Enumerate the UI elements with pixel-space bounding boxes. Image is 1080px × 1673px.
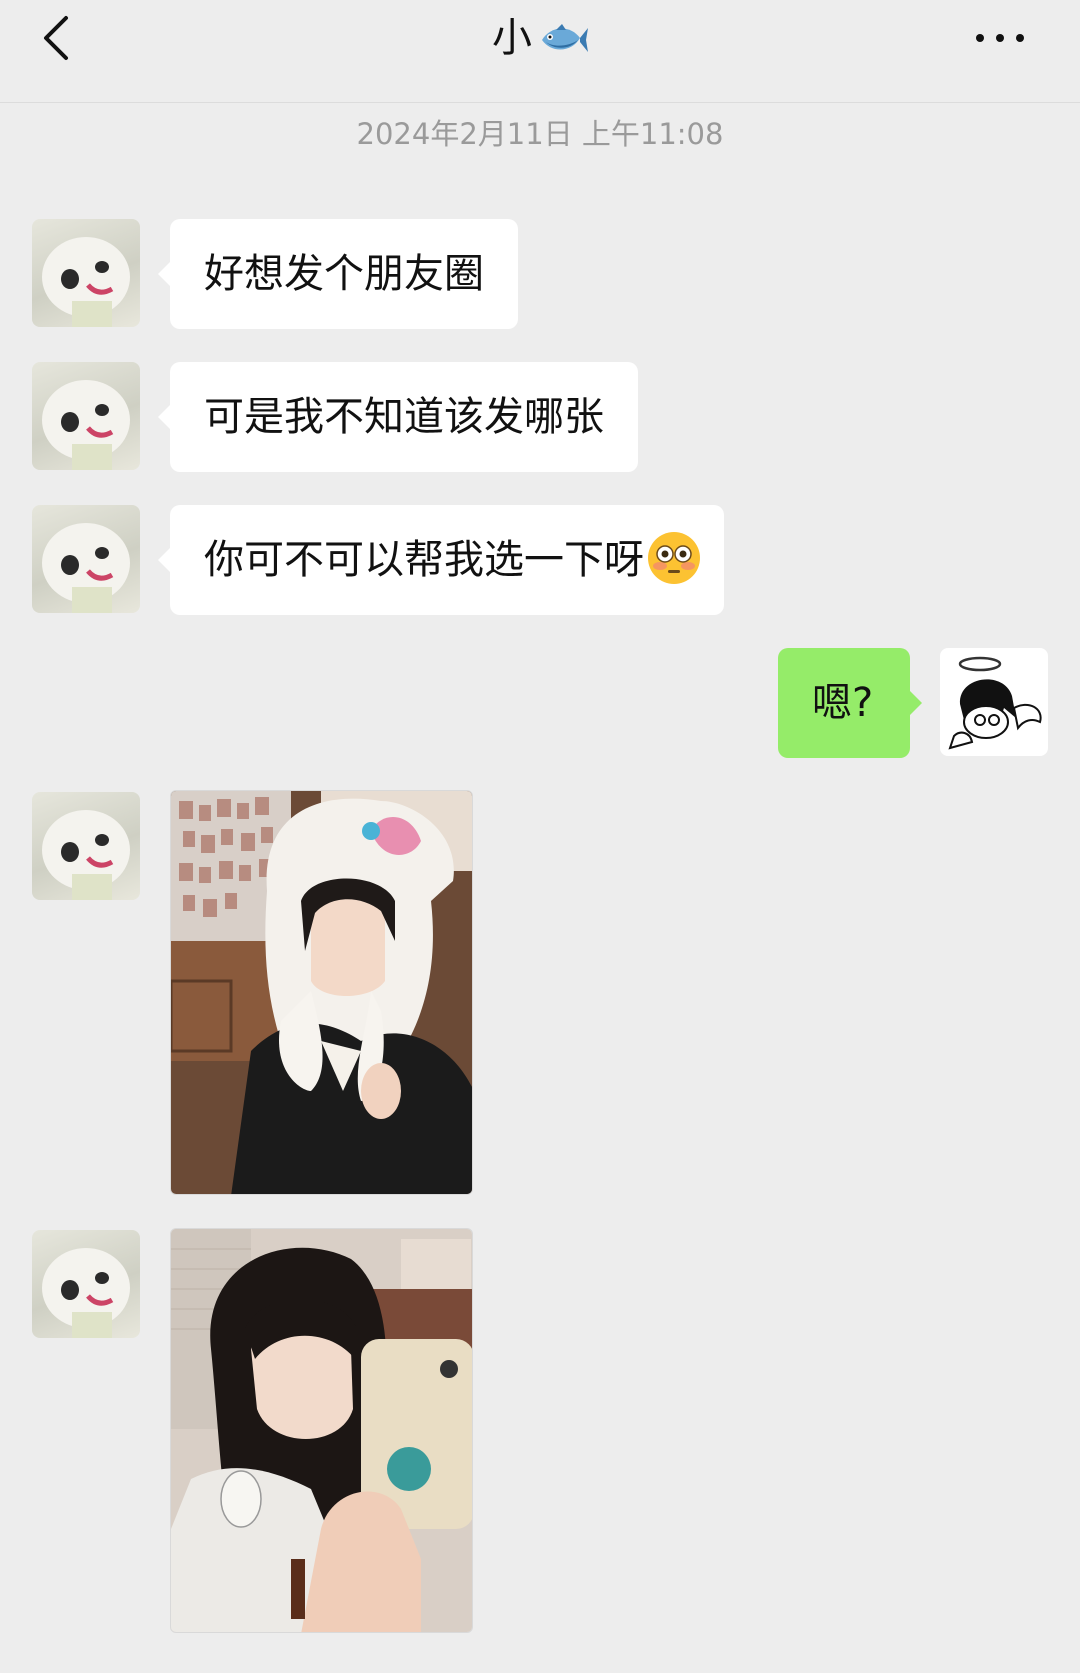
dog-avatar-icon (42, 237, 130, 327)
message-text: 嗯? (812, 680, 874, 726)
dog-avatar-icon (42, 1248, 130, 1338)
photo-girl-mirror-selfie (171, 1229, 472, 1632)
photo-message-mirror-selfie[interactable] (170, 1228, 473, 1633)
incoming-message-bubble[interactable]: 你可不可以帮我选一下呀 (158, 505, 724, 615)
message-text: 好想发个朋友圈 (204, 251, 484, 297)
flushed-face-icon (648, 532, 700, 584)
contact-avatar[interactable] (32, 219, 140, 327)
contact-avatar[interactable] (32, 1230, 140, 1338)
outgoing-message-bubble[interactable]: 嗯? (778, 648, 922, 758)
message-text: 可是我不知道该发哪张 (204, 394, 604, 440)
message-text: 你可不可以帮我选一下呀 (204, 537, 644, 583)
dog-avatar-icon (42, 810, 130, 900)
incoming-message-bubble[interactable]: 好想发个朋友圈 (158, 219, 518, 329)
contact-avatar[interactable] (32, 505, 140, 613)
photo-girl-bunny-hat (171, 791, 472, 1194)
fish-icon (542, 24, 588, 52)
dog-avatar-icon (42, 380, 130, 470)
chat-title: 小 (0, 10, 1080, 66)
my-avatar[interactable] (940, 648, 1048, 756)
more-dots-icon[interactable] (974, 26, 1026, 50)
dog-avatar-icon (42, 523, 130, 613)
contact-avatar[interactable] (32, 362, 140, 470)
chat-title-text: 小 (492, 15, 532, 61)
anime-avatar-icon (948, 656, 1042, 750)
contact-avatar[interactable] (32, 792, 140, 900)
chat-header: 小 (0, 0, 1080, 103)
message-timestamp: 2024年2月11日 上午11:08 (356, 117, 724, 151)
incoming-message-bubble[interactable]: 可是我不知道该发哪张 (158, 362, 638, 472)
photo-message-bunny-hat[interactable] (170, 790, 473, 1195)
